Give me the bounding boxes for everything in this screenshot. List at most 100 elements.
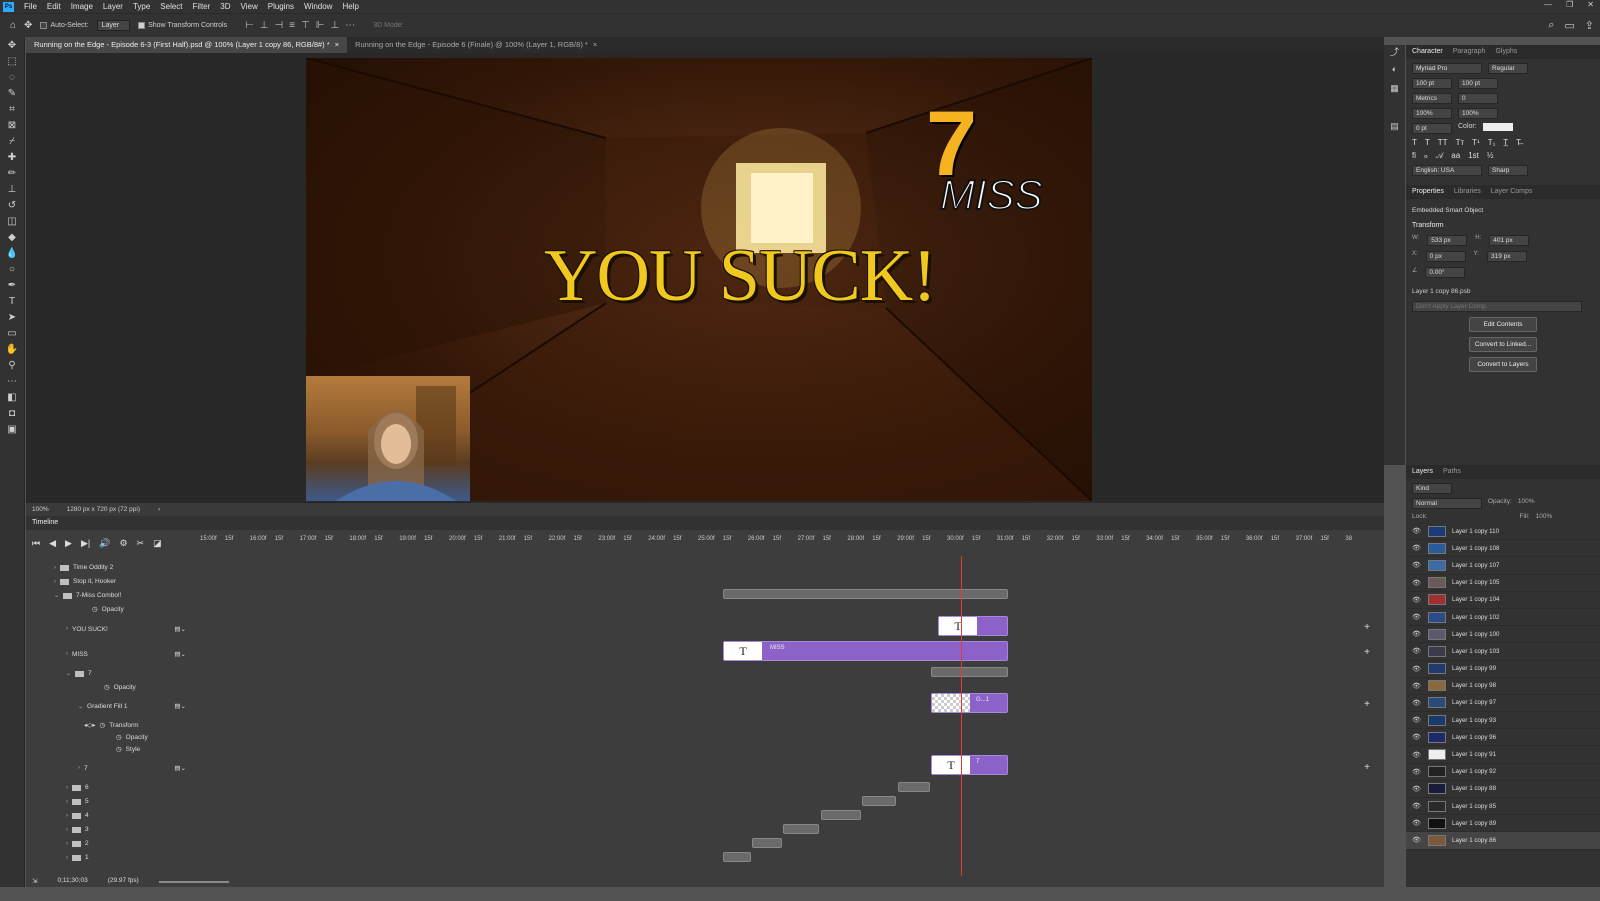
- clip-gradient[interactable]: G...1: [931, 693, 1008, 713]
- track-seven-layer[interactable]: › 7 ▤⌄: [78, 764, 186, 773]
- layer-row[interactable]: 👁 Layer 1 copy 110: [1406, 523, 1600, 541]
- menu-window[interactable]: Window: [299, 2, 337, 11]
- layer-row[interactable]: 👁 Layer 1 copy 99: [1406, 661, 1600, 678]
- clip-miss[interactable]: T MISS: [723, 641, 1008, 661]
- expand-arrow-icon[interactable]: ›: [54, 579, 56, 585]
- tracking-field[interactable]: 0: [1458, 93, 1498, 104]
- clip-group-3[interactable]: [783, 824, 819, 834]
- menu-help[interactable]: Help: [337, 2, 363, 11]
- layer-row[interactable]: 👁 Layer 1 copy 105: [1406, 575, 1600, 592]
- underline-icon[interactable]: T̲: [1503, 138, 1508, 147]
- zoom-level[interactable]: 100%: [32, 506, 49, 513]
- visibility-eye-icon[interactable]: 👁: [1412, 802, 1422, 810]
- color-swatches-icon[interactable]: ◧: [0, 389, 24, 405]
- visibility-eye-icon[interactable]: 👁: [1412, 768, 1422, 776]
- quick-mask-icon[interactable]: ◘: [0, 405, 24, 421]
- menu-3d[interactable]: 3D: [215, 2, 235, 11]
- clip-seven-group[interactable]: [931, 667, 1008, 677]
- add-media-icon[interactable]: +: [1364, 647, 1370, 658]
- pen-tool-icon[interactable]: ✒: [0, 277, 24, 293]
- layer-row[interactable]: 👁 Layer 1 copy 92: [1406, 764, 1600, 781]
- collapse-arrow-icon[interactable]: ⌄: [78, 703, 83, 710]
- visibility-eye-icon[interactable]: 👁: [1412, 716, 1422, 724]
- rectangle-tool-icon[interactable]: ▭: [0, 325, 24, 341]
- visibility-eye-icon[interactable]: 👁: [1412, 836, 1422, 844]
- type-tool-icon[interactable]: T: [0, 293, 24, 309]
- transition-icon[interactable]: ◪: [153, 538, 162, 549]
- expand-arrow-icon[interactable]: ›: [66, 651, 68, 657]
- layer-comp-select[interactable]: Don't Apply Layer Comp: [1412, 301, 1582, 312]
- antialias-select[interactable]: Sharp: [1488, 165, 1528, 176]
- healing-brush-icon[interactable]: ✚: [0, 149, 24, 165]
- edit-toolbar-icon[interactable]: ⋯: [0, 373, 24, 389]
- ligature-icon[interactable]: ﬁ: [1412, 151, 1416, 161]
- lasso-tool-icon[interactable]: ◌: [0, 69, 24, 85]
- move-tool-icon[interactable]: ✥: [24, 20, 32, 31]
- collapse-arrow-icon[interactable]: ⌄: [54, 592, 59, 599]
- visibility-eye-icon[interactable]: 👁: [1412, 561, 1422, 569]
- share-icon[interactable]: ⇪: [1585, 19, 1594, 32]
- color-swatch[interactable]: [1482, 123, 1513, 131]
- zoom-tool-icon[interactable]: ⚲: [0, 357, 24, 373]
- tab-properties[interactable]: Properties: [1412, 188, 1444, 196]
- menu-plugins[interactable]: Plugins: [263, 2, 299, 11]
- visibility-eye-icon[interactable]: 👁: [1412, 699, 1422, 707]
- menu-select[interactable]: Select: [155, 2, 187, 11]
- x-field[interactable]: 0 px: [1425, 251, 1466, 262]
- baseline-field[interactable]: 0 pt: [1412, 123, 1452, 134]
- render-video-icon[interactable]: ⇲: [32, 877, 37, 885]
- history-brush-icon[interactable]: ↺: [0, 197, 24, 213]
- layer-row[interactable]: 👁 Layer 1 copy 104: [1406, 592, 1600, 609]
- expand-arrow-icon[interactable]: ›: [66, 827, 68, 833]
- visibility-eye-icon[interactable]: 👁: [1412, 579, 1422, 587]
- layer-row[interactable]: 👁 Layer 1 copy 98: [1406, 678, 1600, 695]
- show-transform-checkbox[interactable]: Show Transform Controls: [138, 22, 227, 29]
- track-menu-icon[interactable]: ▤⌄: [174, 702, 186, 710]
- align-bottom-icon[interactable]: ⊥: [331, 20, 340, 31]
- track-miss[interactable]: › MISS ▤⌄: [66, 650, 186, 659]
- visibility-eye-icon[interactable]: 👁: [1412, 819, 1422, 827]
- leading-field[interactable]: 100 pt: [1458, 78, 1498, 89]
- visibility-eye-icon[interactable]: 👁: [1412, 544, 1422, 552]
- font-family-select[interactable]: Myriad Pro: [1412, 63, 1482, 74]
- kerning-field[interactable]: Metrics: [1412, 93, 1452, 104]
- layer-row[interactable]: 👁 Layer 1 copy 93: [1406, 712, 1600, 730]
- angle-field[interactable]: 0.00°: [1425, 267, 1466, 278]
- height-field[interactable]: 401 px: [1489, 235, 1530, 246]
- collapse-arrow-icon[interactable]: ⌄: [66, 670, 71, 677]
- layer-row[interactable]: 👁 Layer 1 copy 102: [1406, 609, 1600, 627]
- track-you-suck[interactable]: › YOU SUCK! ▤⌄: [66, 625, 186, 634]
- small-caps-icon[interactable]: Tт: [1456, 138, 1465, 147]
- add-media-icon[interactable]: +: [1364, 622, 1370, 633]
- prev-frame-icon[interactable]: ◀: [49, 538, 56, 549]
- layer-row[interactable]: 👁 Layer 1 copy 88: [1406, 781, 1600, 798]
- visibility-eye-icon[interactable]: 👁: [1412, 647, 1422, 655]
- stopwatch-icon[interactable]: ◷: [116, 733, 122, 741]
- tab-paths[interactable]: Paths: [1443, 468, 1461, 476]
- path-select-icon[interactable]: ➤: [0, 309, 24, 325]
- tab-character[interactable]: Character: [1412, 48, 1443, 56]
- distribute-icon[interactable]: ≡: [289, 20, 295, 31]
- move-tool-icon[interactable]: ✥: [0, 37, 24, 53]
- visibility-eye-icon[interactable]: 👁: [1412, 733, 1422, 741]
- expand-arrow-icon[interactable]: ›: [54, 565, 56, 571]
- next-frame-icon[interactable]: ▶|: [81, 538, 90, 549]
- history-icon[interactable]: ⤴: [1384, 45, 1405, 64]
- menu-view[interactable]: View: [236, 2, 263, 11]
- stopwatch-icon[interactable]: ◷: [104, 683, 110, 691]
- fill-value[interactable]: 100%: [1536, 513, 1553, 520]
- search-icon[interactable]: ⌕: [1548, 19, 1554, 32]
- visibility-eye-icon[interactable]: 👁: [1412, 630, 1422, 638]
- document-canvas[interactable]: YOU SUCK! 7 MISS: [306, 58, 1092, 501]
- layer-row[interactable]: 👁 Layer 1 copy 91: [1406, 746, 1600, 764]
- dodge-tool-icon[interactable]: ○: [0, 261, 24, 277]
- home-icon[interactable]: ⌂: [10, 20, 16, 31]
- playhead[interactable]: [961, 556, 962, 876]
- audio-icon[interactable]: 🔊: [99, 538, 110, 549]
- swash-icon[interactable]: 𝒜: [1436, 151, 1444, 161]
- font-style-select[interactable]: Regular: [1488, 63, 1528, 74]
- visibility-eye-icon[interactable]: 👁: [1412, 527, 1422, 535]
- align-center-icon[interactable]: ⊥: [260, 20, 269, 31]
- opacity-value[interactable]: 100%: [1518, 498, 1535, 509]
- tab-glyphs[interactable]: Glyphs: [1495, 48, 1517, 56]
